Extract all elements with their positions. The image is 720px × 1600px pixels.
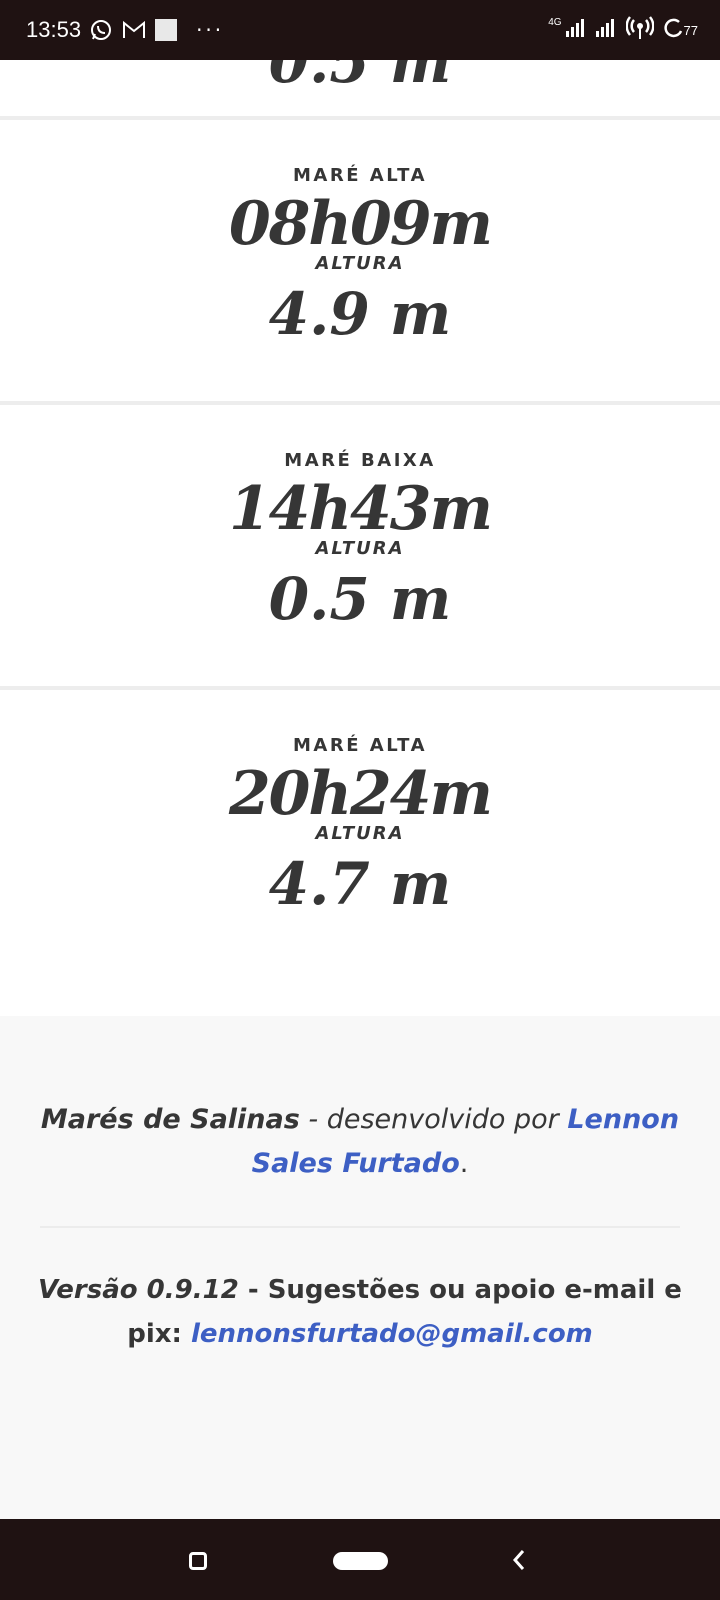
app-name: Marés de Salinas — [40, 1104, 300, 1135]
tide-card-partial: 0.5 m — [0, 60, 720, 120]
navigation-bar — [0, 1519, 720, 1600]
tide-time: 08h09m — [228, 189, 493, 259]
status-bar: 13:53 ··· 4G 77 — [0, 0, 720, 60]
tide-type-label: MARÉ ALTA — [293, 735, 427, 756]
tide-height: 0.5 m — [268, 565, 452, 633]
tide-card: MARÉ ALTA 20h24m ALTURA 4.7 m — [0, 690, 720, 1002]
tide-type-label: MARÉ ALTA — [293, 165, 427, 186]
email-link[interactable]: lennonsfurtado@gmail.com — [191, 1319, 593, 1349]
tide-card: MARÉ BAIXA 14h43m ALTURA 0.5 m — [0, 405, 720, 690]
battery-icon — [662, 17, 684, 43]
signal-icon — [595, 19, 618, 41]
home-pill-icon[interactable] — [333, 1552, 388, 1570]
recents-icon[interactable] — [189, 1552, 207, 1570]
gmail-icon — [122, 20, 146, 40]
footer: Marés de Salinas - desenvolvido por Lenn… — [0, 1016, 720, 1519]
tide-height-label: ALTURA — [315, 253, 405, 274]
back-icon[interactable] — [512, 1549, 526, 1575]
whatsapp-icon — [89, 18, 113, 42]
signal-icon — [565, 19, 588, 41]
footer-contact: Versão 0.9.12 - Sugestões ou apoio e-mai… — [0, 1268, 720, 1356]
status-time: 13:53 — [26, 17, 82, 42]
footer-divider — [40, 1226, 680, 1228]
tide-time: 14h43m — [228, 474, 493, 544]
tide-list: 0.5 m MARÉ ALTA 08h09m ALTURA 4.9 m MARÉ… — [0, 60, 720, 1002]
battery-level: 77 — [683, 22, 698, 38]
notification-square-icon — [155, 19, 178, 41]
tide-height-label: ALTURA — [315, 823, 405, 844]
hotspot-icon — [625, 16, 654, 44]
tide-height-label: ALTURA — [315, 538, 405, 559]
tide-type-label: MARÉ BAIXA — [284, 450, 436, 471]
tide-height: 4.7 m — [268, 850, 452, 918]
developed-by-text: - desenvolvido por — [299, 1104, 568, 1135]
network-label: 4G — [548, 16, 562, 28]
tide-time: 20h24m — [228, 759, 493, 829]
tide-height: 4.9 m — [268, 280, 452, 348]
footer-credits: Marés de Salinas - desenvolvido por Lenn… — [0, 1098, 720, 1186]
more-dots-icon: ··· — [196, 18, 225, 42]
version-text: Versão 0.9.12 — [38, 1275, 239, 1305]
tide-height-partial: 0.5 m — [268, 60, 452, 96]
period: . — [459, 1148, 469, 1179]
tide-card: MARÉ ALTA 08h09m ALTURA 4.9 m — [0, 120, 720, 405]
